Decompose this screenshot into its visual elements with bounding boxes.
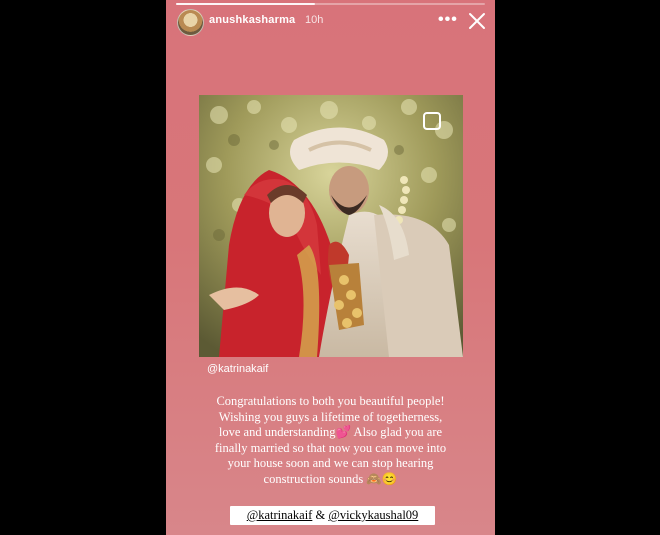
story-viewer: anushkasharma 10h ••• @katrinakaif Congr… <box>166 0 495 535</box>
story-time-ago: 10h <box>305 14 324 26</box>
caption-line: Wishing you guys a lifetime of togethern… <box>218 409 443 424</box>
more-dots-icon[interactable]: ••• <box>438 12 458 28</box>
story-caption: Congratulations to both you beautiful pe… <box>184 394 477 487</box>
mention-vickykaushal09[interactable]: @vickykaushal09 <box>328 508 418 522</box>
mention-separator: & <box>312 508 329 522</box>
story-username[interactable]: anushkasharma <box>209 14 295 26</box>
mentions-sticker: @katrinakaif & @vickykaushal09 <box>230 506 435 525</box>
mention-katrinakaif[interactable]: @katrinakaif <box>247 508 313 522</box>
caption-line: construction sounds 🙈😊 <box>263 471 398 486</box>
story-progress-fill <box>176 3 316 5</box>
story-progress-bar <box>176 3 485 5</box>
caption-line: finally married so that now you can move… <box>214 440 447 455</box>
caption-line: Congratulations to both you beautiful pe… <box>216 394 445 408</box>
caption-line: your house soon and we can stop hearing <box>227 456 434 470</box>
photo-mention-tag[interactable]: @katrinakaif <box>207 363 268 375</box>
avatar[interactable] <box>177 9 204 36</box>
wedding-photo[interactable] <box>199 95 463 357</box>
caption-line: love and understanding💕 Also glad you ar… <box>218 425 443 439</box>
close-icon[interactable] <box>468 12 486 30</box>
